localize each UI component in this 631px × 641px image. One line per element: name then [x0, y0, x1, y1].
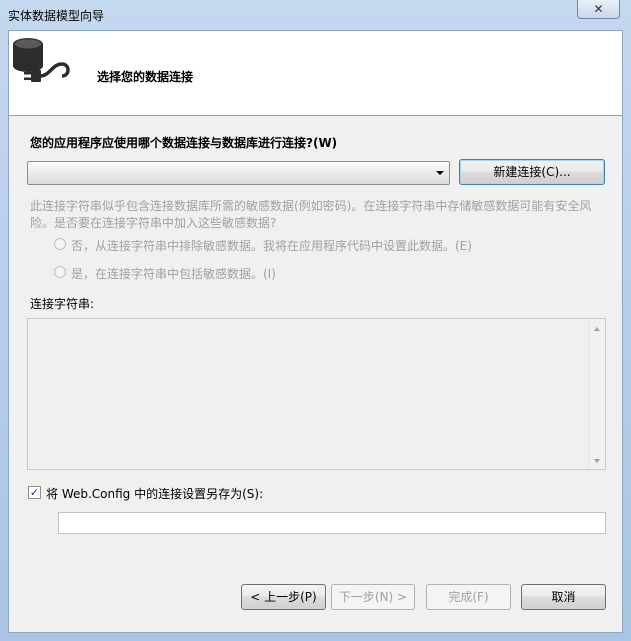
page-title: 选择您的数据连接: [97, 70, 194, 84]
back-button[interactable]: < 上一步(P): [241, 584, 326, 610]
scroll-down-icon[interactable]: [594, 459, 600, 463]
include-radio[interactable]: [54, 266, 66, 278]
scroll-up-icon[interactable]: [594, 327, 600, 331]
cancel-button[interactable]: 取消: [521, 584, 606, 610]
title-bar: 实体数据模型向导 ✕: [0, 0, 631, 30]
window-title: 实体数据模型向导: [8, 9, 105, 23]
connection-string-box[interactable]: [27, 318, 606, 470]
wizard-client-area: 选择您的数据连接 您的应用程序应使用哪个数据连接与数据库进行连接?(W) 新建连…: [8, 30, 623, 633]
sensitive-data-note: 此连接字符串似乎包含连接数据库所需的敏感数据(例如密码)。在连接字符串中存储敏感…: [30, 199, 592, 230]
save-settings-checkbox[interactable]: ✓: [28, 486, 41, 499]
connection-name-input[interactable]: [58, 512, 606, 534]
finish-button[interactable]: 完成(F): [426, 584, 511, 610]
exclude-radio[interactable]: [54, 238, 66, 250]
close-button[interactable]: ✕: [577, 0, 620, 19]
save-settings-label: 将 Web.Config 中的连接设置另存为(S):: [46, 487, 264, 501]
database-plug-icon: [13, 38, 70, 82]
connection-string-scrollbar[interactable]: [588, 319, 605, 469]
connection-question: 您的应用程序应使用哪个数据连接与数据库进行连接?(W): [30, 136, 338, 150]
next-button[interactable]: 下一步(N) >: [331, 584, 415, 610]
include-radio-label: 是，在连接字符串中包括敏感数据。(I): [71, 267, 276, 281]
connection-dropdown[interactable]: [27, 161, 450, 185]
new-connection-button[interactable]: 新建连接(C)...: [459, 159, 605, 185]
wizard-header: 选择您的数据连接: [9, 31, 622, 116]
exclude-radio-label: 否，从连接字符串中排除敏感数据。我将在应用程序代码中设置此数据。(E): [71, 239, 472, 253]
connection-string-label: 连接字符串:: [30, 297, 95, 311]
chevron-down-icon: [436, 171, 444, 175]
wizard-window: 实体数据模型向导 ✕ 选择您的数据连接 您的应用程序应使用哪个数据连接与数据库进…: [0, 0, 631, 641]
close-icon: ✕: [593, 2, 604, 16]
